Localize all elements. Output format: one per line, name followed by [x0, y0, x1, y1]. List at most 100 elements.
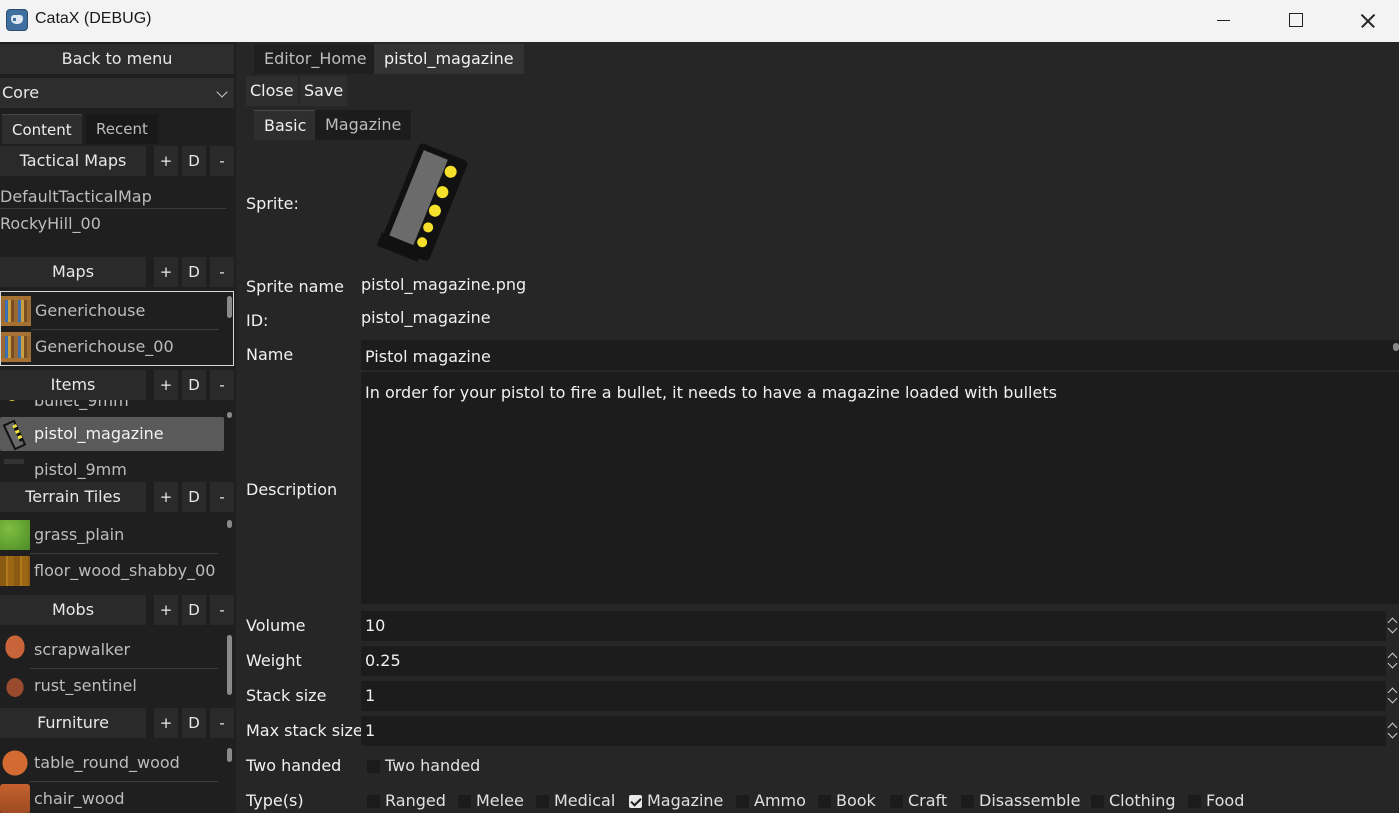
type-ranged-label[interactable]: Ranged	[385, 791, 446, 810]
save-button[interactable]: Save	[300, 76, 348, 106]
types-label: Type(s)	[246, 791, 304, 810]
spinner-arrows-icon[interactable]	[1387, 681, 1399, 711]
section-title[interactable]: Furniture	[0, 708, 146, 738]
type-book-checkbox[interactable]	[818, 795, 831, 808]
scrollbar[interactable]	[227, 412, 232, 418]
weight-label: Weight	[246, 651, 302, 670]
add-button[interactable]: +	[154, 708, 178, 738]
delete-button[interactable]: -	[210, 595, 234, 625]
weight-input[interactable]: 0.25	[361, 646, 1386, 676]
add-button[interactable]: +	[154, 146, 178, 176]
spinner-arrows-icon[interactable]	[1387, 646, 1399, 676]
delete-button[interactable]: -	[210, 257, 234, 287]
duplicate-button[interactable]: D	[182, 595, 206, 625]
section-title[interactable]: Mobs	[0, 595, 146, 625]
section-title[interactable]: Tactical Maps	[0, 146, 146, 176]
section-title[interactable]: Terrain Tiles	[0, 482, 146, 512]
list-item[interactable]: grass_plain	[0, 518, 224, 552]
add-button[interactable]: +	[154, 482, 178, 512]
add-button[interactable]: +	[154, 370, 178, 400]
minimize-button[interactable]	[1187, 0, 1257, 42]
tab-pistol-magazine[interactable]: pistol_magazine	[374, 44, 524, 74]
back-to-menu-button[interactable]: Back to menu	[0, 44, 234, 74]
stack-size-input[interactable]: 1	[361, 681, 1386, 711]
id-label: ID:	[246, 311, 269, 330]
spinner-arrows-icon[interactable]	[1387, 716, 1399, 746]
type-magazine-checkbox[interactable]	[629, 795, 642, 808]
list-item[interactable]: table_round_wood	[0, 746, 224, 780]
delete-button[interactable]: -	[210, 146, 234, 176]
type-melee-checkbox[interactable]	[458, 795, 471, 808]
list-item[interactable]: RockyHill_00	[0, 207, 224, 241]
add-button[interactable]: +	[154, 595, 178, 625]
section-title[interactable]: Maps	[0, 257, 146, 287]
spinner-arrows-icon[interactable]	[1387, 611, 1399, 641]
list-item[interactable]: floor_wood_shabby_00	[0, 554, 224, 588]
list-item[interactable]: Generichouse	[1, 294, 225, 328]
type-clothing-label[interactable]: Clothing	[1109, 791, 1176, 810]
delete-button[interactable]: -	[210, 708, 234, 738]
magazine-sprite-icon[interactable]	[374, 140, 484, 268]
type-magazine-label[interactable]: Magazine	[647, 791, 723, 810]
map-thumbnail	[1, 296, 31, 326]
scrollbar[interactable]	[227, 296, 232, 318]
list-item[interactable]: scrapwalker	[0, 633, 224, 667]
type-clothing-checkbox[interactable]	[1091, 795, 1104, 808]
duplicate-button[interactable]: D	[182, 257, 206, 287]
type-ammo-label[interactable]: Ammo	[754, 791, 806, 810]
section-title[interactable]: Items	[0, 370, 146, 400]
splitter[interactable]	[236, 42, 246, 813]
scrollbar[interactable]	[227, 748, 232, 762]
tab-content[interactable]: Content	[2, 114, 82, 144]
list-item[interactable]: Generichouse_00	[1, 330, 225, 364]
type-melee-label[interactable]: Melee	[476, 791, 524, 810]
content-sidebar: Back to menu Core Content Recent Tactica…	[0, 42, 236, 813]
tab-basic[interactable]: Basic	[254, 110, 317, 140]
add-button[interactable]: +	[154, 257, 178, 287]
type-craft-label[interactable]: Craft	[908, 791, 947, 810]
mod-select-value: Core	[2, 83, 40, 102]
type-food-label[interactable]: Food	[1206, 791, 1244, 810]
type-medical-checkbox[interactable]	[536, 795, 549, 808]
grass-tile-icon	[0, 520, 30, 550]
duplicate-button[interactable]: D	[182, 146, 206, 176]
two-handed-checkbox[interactable]	[367, 760, 380, 773]
list-item[interactable]: chair_wood	[0, 782, 224, 813]
list-item[interactable]: bullet_9mm	[0, 400, 224, 418]
sprite-name-value: pistol_magazine.png	[361, 275, 527, 294]
name-field[interactable]: Pistol magazine	[361, 340, 1399, 370]
two-handed-checkbox-label[interactable]: Two handed	[385, 756, 480, 775]
max-stack-size-label: Max stack size	[246, 721, 363, 740]
list-item-selected[interactable]: pistol_magazine	[0, 417, 224, 451]
type-book-label[interactable]: Book	[836, 791, 876, 810]
type-medical-label[interactable]: Medical	[554, 791, 615, 810]
maps-list: Generichouse Generichouse_00	[0, 291, 234, 366]
close-button[interactable]: Close	[246, 76, 298, 106]
type-disassemble-checkbox[interactable]	[961, 795, 974, 808]
description-field[interactable]: In order for your pistol to fire a bulle…	[361, 372, 1399, 604]
list-item[interactable]: rust_sentinel	[0, 669, 224, 703]
delete-button[interactable]: -	[210, 370, 234, 400]
volume-input[interactable]: 10	[361, 611, 1386, 641]
scrollbar[interactable]	[227, 635, 232, 695]
tab-recent[interactable]: Recent	[86, 114, 158, 144]
duplicate-button[interactable]: D	[182, 370, 206, 400]
tab-editor-home[interactable]: Editor_Home	[254, 44, 377, 74]
close-window-button[interactable]	[1330, 0, 1399, 42]
type-ranged-checkbox[interactable]	[367, 795, 380, 808]
list-item[interactable]: pistol_9mm	[0, 453, 224, 480]
type-food-checkbox[interactable]	[1188, 795, 1201, 808]
mod-select[interactable]: Core	[0, 78, 234, 108]
type-ammo-checkbox[interactable]	[736, 795, 749, 808]
duplicate-button[interactable]: D	[182, 708, 206, 738]
max-stack-size-input[interactable]: 1	[361, 716, 1386, 746]
round-table-icon	[0, 748, 30, 778]
scrollbar[interactable]	[227, 520, 232, 528]
type-disassemble-label[interactable]: Disassemble	[979, 791, 1080, 810]
duplicate-button[interactable]: D	[182, 482, 206, 512]
tab-magazine[interactable]: Magazine	[315, 110, 412, 140]
type-craft-checkbox[interactable]	[890, 795, 903, 808]
sprite-label: Sprite:	[246, 194, 299, 213]
delete-button[interactable]: -	[210, 482, 234, 512]
maximize-button[interactable]	[1259, 0, 1329, 42]
